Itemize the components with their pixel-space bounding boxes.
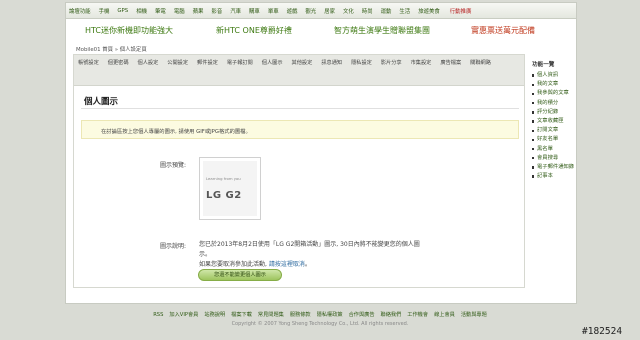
topnav-item[interactable]: 單車 xyxy=(268,7,279,15)
settings-tab[interactable]: 隱私設定 xyxy=(351,57,372,70)
sidebar: 功能一覽 個人資訊 我的文章 我參與的文章 我的積分 評分紀錄 文章收藏匣 訂閱文章 好友名單… xyxy=(532,60,577,181)
topnav-item[interactable]: 影音 xyxy=(211,7,222,15)
footer-link[interactable]: 隱私權政策 xyxy=(317,312,343,318)
settings-tab[interactable]: 個人設定 xyxy=(138,57,159,70)
copyright: Copyright © 2007 Yong Sheng Technology C… xyxy=(231,321,409,327)
topnav-item[interactable]: 時尚 xyxy=(362,7,373,15)
sidebar-item[interactable]: 我參與的文章 xyxy=(532,89,577,98)
content-area: 個人圖示 在討論區按上您個人專屬的圖示, 請使用 GIF或JPG格式的圖檔。 圖… xyxy=(81,91,519,281)
sidebar-item[interactable]: 會員搜尋 xyxy=(532,154,577,163)
notice-box: 在討論區按上您個人專屬的圖示, 請使用 GIF或JPG格式的圖檔。 xyxy=(81,120,519,139)
sidebar-item[interactable]: 我的積分 xyxy=(532,99,577,108)
footer-link[interactable]: 合作與廣告 xyxy=(349,312,375,318)
topnav-item[interactable]: 購車 xyxy=(249,7,260,15)
description-label: 圖示說明: xyxy=(160,243,187,250)
description-text: 您已於2013年8月2日使用「LG G2開箱活動」圖示, 30日內將不能變更您的… xyxy=(199,240,423,270)
lg-logo: LG G2 xyxy=(206,190,242,201)
sidebar-item[interactable]: 好友名單 xyxy=(532,135,577,144)
topnav-item[interactable]: 生活 xyxy=(399,7,410,15)
footer-link[interactable]: 站務說明 xyxy=(204,312,225,318)
avatar-preview: Learning from you LG G2 xyxy=(199,157,261,220)
page-container: 論壇功能 手機 GPS 相機 筆電 電腦 蘋果 影音 汽車 購車 單車 遊戲 觀光 居家 文化 時尚 運動 生活旅… xyxy=(65,2,577,304)
sidebar-item[interactable]: 文章收藏匣 xyxy=(532,117,577,126)
settings-tab[interactable]: 個人圖示 xyxy=(262,57,283,70)
banner-link-3[interactable]: 智方萌生演學生贈聯盟集團 xyxy=(334,25,430,36)
settings-tabs: 帳號設定 個更密碼 個人設定 公開設定 郵件設定 電子報訂閱 個人圖示 其他設定 訊息通知 隱私設… xyxy=(74,55,524,86)
topnav-item[interactable]: 汽車 xyxy=(230,7,241,15)
banner-link-4[interactable]: 實惠票送萬元配備 xyxy=(471,25,535,36)
footer-link[interactable]: 聯絡我們 xyxy=(381,312,402,318)
topnav-item[interactable]: 電腦 xyxy=(174,7,185,15)
footer-link[interactable]: 活動與專題 xyxy=(461,312,487,318)
footer-link[interactable]: 加入VIP會員 xyxy=(169,312,198,318)
preview-label: 圖示預覽: xyxy=(160,162,187,169)
topnav-item[interactable]: 居家 xyxy=(324,7,335,15)
footer-link[interactable]: 常見問題集 xyxy=(258,312,284,318)
sidebar-item[interactable]: 電子郵件通知錄 xyxy=(532,163,577,172)
divider xyxy=(81,108,519,109)
watermark: #182524 xyxy=(582,326,623,337)
topnav-item[interactable]: 筆電 xyxy=(155,7,166,15)
cancel-link[interactable]: 請按這裡取消 xyxy=(269,261,305,268)
sidebar-item[interactable]: 評分紀錄 xyxy=(532,108,577,117)
description-line-2-text: 如果您要取消參加此活動, xyxy=(199,261,269,268)
settings-tab[interactable]: 電子報訂閱 xyxy=(227,57,253,70)
breadcrumb[interactable]: Mobile01 首頁 » 個人設定頁 xyxy=(76,45,147,53)
settings-tab[interactable]: 郵件設定 xyxy=(197,57,218,70)
topnav-item[interactable]: 相機 xyxy=(136,7,147,15)
settings-tab[interactable]: 帳號設定 xyxy=(78,57,99,70)
footer-link[interactable]: 服務條款 xyxy=(290,312,311,318)
footer-link[interactable]: 線上會員 xyxy=(434,312,455,318)
sidebar-item[interactable]: 我的文章 xyxy=(532,80,577,89)
footer-links: RSS 加入VIP會員 站務說明 檔案下載 常見問題集 服務條款 隱私權政策 合作與廣告 聯絡我… xyxy=(0,311,640,318)
settings-tab[interactable]: 個更密碼 xyxy=(108,57,129,70)
topnav-item[interactable]: GPS xyxy=(117,8,128,14)
banner-link-1[interactable]: HTC迷你新機即功能強大 xyxy=(85,25,173,36)
top-navigation: 論壇功能 手機 GPS 相機 筆電 電腦 蘋果 影音 汽車 購車 單車 遊戲 觀光 居家 文化 時尚 運動 生活旅… xyxy=(66,3,576,19)
change-avatar-button[interactable]: 您還不能變更個人圖示 xyxy=(198,269,282,281)
page-title: 個人圖示 xyxy=(84,97,119,107)
sidebar-list: 個人資訊 我的文章 我參與的文章 我的積分 評分紀錄 文章收藏匣 訂閱文章 好友名單 黑名單 會員… xyxy=(532,71,577,181)
topnav-item[interactable]: 遊戲 xyxy=(287,7,298,15)
settings-tab[interactable]: 公開設定 xyxy=(167,57,188,70)
footer-link[interactable]: RSS xyxy=(153,312,163,318)
topnav-item[interactable]: 蘋果 xyxy=(193,7,204,15)
avatar-tagline: Learning from you xyxy=(206,176,241,181)
main-panel: 帳號設定 個更密碼 個人設定 公開設定 郵件設定 電子報訂閱 個人圖示 其他設定 訊息通知 隱私設… xyxy=(73,54,525,288)
sidebar-item[interactable]: 訂閱文章 xyxy=(532,126,577,135)
settings-tab[interactable]: 訊息通知 xyxy=(321,57,342,70)
topnav-hot-item[interactable]: 行動推廣 xyxy=(450,7,472,15)
footer-link[interactable]: 工作機會 xyxy=(407,312,428,318)
sidebar-item[interactable]: 黑名單 xyxy=(532,145,577,154)
settings-tab[interactable]: 關聯網路 xyxy=(470,57,491,70)
banner: HTC迷你新機即功能強大 新HTC ONE尊爵好禮 智方萌生演學生贈聯盟集團 實… xyxy=(66,21,576,39)
avatar-image: Learning from you LG G2 xyxy=(203,161,257,216)
topnav-item[interactable]: 文化 xyxy=(343,7,354,15)
footer-link[interactable]: 檔案下載 xyxy=(231,312,252,318)
topnav-item[interactable]: 旅遊美食 xyxy=(418,7,440,15)
settings-tab[interactable]: 市集設定 xyxy=(411,57,432,70)
settings-tab[interactable]: 廣告檔案 xyxy=(440,57,461,70)
topnav-item[interactable]: 手機 xyxy=(99,7,110,15)
description-end: 。 xyxy=(304,261,311,268)
topnav-item[interactable]: 論壇功能 xyxy=(69,7,91,15)
topnav-item[interactable]: 運動 xyxy=(381,7,392,15)
banner-link-2[interactable]: 新HTC ONE尊爵好禮 xyxy=(216,25,292,36)
sidebar-heading: 功能一覽 xyxy=(532,62,555,68)
topnav-item[interactable]: 觀光 xyxy=(305,7,316,15)
settings-tab[interactable]: 其他設定 xyxy=(292,57,313,70)
sidebar-item[interactable]: 記事本 xyxy=(532,172,577,181)
sidebar-item[interactable]: 個人資訊 xyxy=(532,71,577,80)
settings-tab[interactable]: 影片分享 xyxy=(381,57,402,70)
description-line-1: 您已於2013年8月2日使用「LG G2開箱活動」圖示, 30日內將不能變更您的… xyxy=(199,241,420,258)
